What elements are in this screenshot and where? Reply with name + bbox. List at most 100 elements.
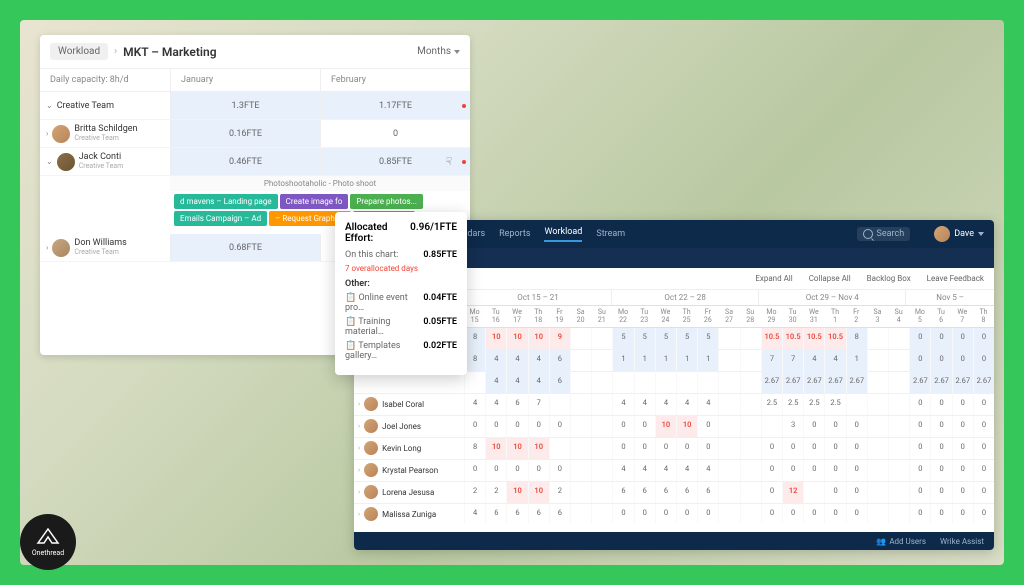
grid-cell[interactable]: 0	[952, 504, 973, 524]
grid-cell[interactable]: 5	[655, 328, 676, 349]
grid-cell[interactable]: 0	[612, 438, 633, 459]
grid-cell[interactable]: 0	[846, 438, 867, 459]
collapse-icon[interactable]: ⌄	[46, 101, 53, 110]
toolbar-leave-feedback[interactable]: Leave Feedback	[927, 274, 984, 283]
grid-cell[interactable]: 0	[612, 504, 633, 524]
grid-cell[interactable]: 1	[634, 350, 655, 371]
grid-cell[interactable]	[888, 482, 909, 503]
add-users-link[interactable]: 👥 Add Users	[876, 537, 926, 546]
grid-cell[interactable]	[612, 372, 633, 393]
search-input[interactable]: Search	[857, 227, 911, 241]
grid-cell[interactable]	[740, 394, 761, 415]
grid-cell[interactable]: 10	[676, 416, 697, 437]
grid-cell[interactable]: 10.5	[782, 328, 803, 349]
grid-cell[interactable]: 0	[803, 460, 824, 481]
grid-cell[interactable]: 0	[909, 416, 930, 437]
grid-cell[interactable]: 0	[973, 504, 994, 524]
grid-cell[interactable]: 6	[676, 482, 697, 503]
grid-cell[interactable]: 4	[528, 372, 549, 393]
grid-cell[interactable]: 0	[909, 394, 930, 415]
grid-cell[interactable]	[867, 372, 888, 393]
collapse-icon[interactable]: ⌄	[46, 157, 53, 166]
grid-cell[interactable]: 0	[676, 438, 697, 459]
grid-cell[interactable]: 0	[973, 460, 994, 481]
grid-cell[interactable]	[718, 438, 739, 459]
grid-cell[interactable]: 0	[930, 416, 951, 437]
grid-cell[interactable]: 0	[973, 416, 994, 437]
grid-cell[interactable]: 0	[973, 328, 994, 349]
grid-cell[interactable]: 4	[612, 394, 633, 415]
task-pill[interactable]: Create image fo	[280, 194, 349, 209]
grid-cell[interactable]: 6	[634, 482, 655, 503]
grid-cell[interactable]: 0	[528, 416, 549, 437]
grid-cell[interactable]: 0	[634, 438, 655, 459]
grid-cell[interactable]: 7	[782, 350, 803, 371]
grid-cell[interactable]: 4	[634, 394, 655, 415]
grid-cell[interactable]: 0	[485, 460, 506, 481]
grid-row[interactable]: ›Lorena Jesusa221010266666012000000	[354, 482, 994, 504]
grid-cell[interactable]: 6	[485, 504, 506, 524]
grid-cell[interactable]: 0	[909, 438, 930, 459]
grid-cell[interactable]: 0	[634, 504, 655, 524]
grid-cell[interactable]	[888, 328, 909, 349]
grid-cell[interactable]: 0	[528, 460, 549, 481]
grid-cell[interactable]: 0	[655, 438, 676, 459]
grid-cell[interactable]	[591, 416, 612, 437]
grid-cell[interactable]	[867, 460, 888, 481]
grid-cell[interactable]: 10.5	[761, 328, 782, 349]
grid-cell[interactable]	[718, 460, 739, 481]
grid-cell[interactable]: 10	[528, 328, 549, 349]
task-pill[interactable]: Prepare photos...	[350, 194, 423, 209]
grid-cell[interactable]: 5	[676, 328, 697, 349]
grid-cell[interactable]	[570, 504, 591, 524]
grid-cell[interactable]: 5	[612, 328, 633, 349]
grid-cell[interactable]: 10.5	[803, 328, 824, 349]
grid-cell[interactable]: 2.67	[846, 372, 867, 393]
grid-cell[interactable]: 6	[506, 394, 527, 415]
grid-cell[interactable]	[549, 438, 570, 459]
grid-cell[interactable]: 1	[846, 350, 867, 371]
grid-cell[interactable]: 0	[973, 438, 994, 459]
grid-cell[interactable]: 2.5	[782, 394, 803, 415]
grid-cell[interactable]	[591, 482, 612, 503]
grid-cell[interactable]: 0	[697, 438, 718, 459]
grid-cell[interactable]: 0	[824, 438, 845, 459]
grid-row[interactable]: ›Krystal Pearson0000044444000000000	[354, 460, 994, 482]
grid-cell[interactable]	[867, 394, 888, 415]
grid-cell[interactable]	[867, 504, 888, 524]
grid-cell[interactable]	[697, 372, 718, 393]
grid-cell[interactable]: 4	[464, 504, 485, 524]
grid-cell[interactable]: 4	[506, 372, 527, 393]
grid-cell[interactable]: 2.67	[761, 372, 782, 393]
grid-cell[interactable]	[676, 372, 697, 393]
grid-cell[interactable]	[888, 504, 909, 524]
grid-cell[interactable]	[570, 482, 591, 503]
grid-cell[interactable]: 1	[655, 350, 676, 371]
person-row[interactable]: › Britta Schildgen Creative Team 0.16FTE…	[40, 120, 470, 148]
grid-cell[interactable]: 10	[506, 482, 527, 503]
grid-cell[interactable]: 2.67	[973, 372, 994, 393]
grid-cell[interactable]: 0	[803, 416, 824, 437]
grid-cell[interactable]: 0	[761, 438, 782, 459]
toolbar-backlog-box[interactable]: Backlog Box	[867, 274, 911, 283]
grid-cell[interactable]: 0	[952, 460, 973, 481]
grid-cell[interactable]	[718, 350, 739, 371]
grid-cell[interactable]	[867, 416, 888, 437]
grid-cell[interactable]	[549, 394, 570, 415]
grid-cell[interactable]	[740, 438, 761, 459]
expand-icon[interactable]: ›	[46, 129, 48, 138]
grid-cell[interactable]: 4	[528, 350, 549, 371]
grid-cell[interactable]: 2	[549, 482, 570, 503]
grid-cell[interactable]: 0	[761, 460, 782, 481]
grid-cell[interactable]	[591, 504, 612, 524]
grid-cell[interactable]	[888, 416, 909, 437]
nav-stream[interactable]: Stream	[596, 229, 625, 239]
grid-cell[interactable]: 2.67	[952, 372, 973, 393]
grid-cell[interactable]: 2	[485, 482, 506, 503]
grid-cell[interactable]	[718, 394, 739, 415]
grid-cell[interactable]: 0	[803, 438, 824, 459]
grid-cell[interactable]	[846, 394, 867, 415]
expand-icon[interactable]: ›	[358, 400, 360, 408]
grid-row[interactable]: ›Malissa Zuniga4666600000000000000	[354, 504, 994, 524]
nav-workload[interactable]: Workload	[544, 227, 582, 242]
